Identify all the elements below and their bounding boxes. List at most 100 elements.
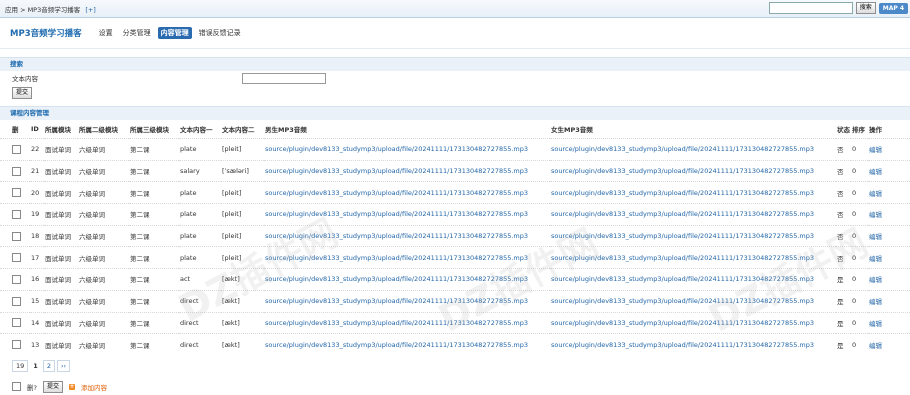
row-male-audio-link[interactable]: source/plugin/dev8133_studymp3/upload/fi… (265, 254, 528, 262)
row-status: 否 (837, 168, 844, 177)
col-status: 状态 (837, 126, 850, 134)
row-male-audio-link[interactable]: source/plugin/dev8133_studymp3/upload/fi… (265, 341, 528, 349)
row-female-audio-link[interactable]: source/plugin/dev8133_studymp3/upload/fi… (551, 189, 814, 197)
global-search-button[interactable]: 搜索 (855, 2, 876, 14)
row-female-audio-link-cell: source/plugin/dev8133_studymp3/upload/fi… (550, 224, 836, 247)
row-text1-cell: salary (179, 159, 221, 182)
row-delete-checkbox[interactable] (12, 188, 21, 198)
row-male-audio-link[interactable]: source/plugin/dev8133_studymp3/upload/fi… (265, 145, 528, 153)
row-female-audio-link[interactable]: source/plugin/dev8133_studymp3/upload/fi… (551, 145, 814, 153)
row-module-level3: 第二课 (130, 319, 150, 328)
row-male-audio-link[interactable]: source/plugin/dev8133_studymp3/upload/fi… (265, 210, 528, 218)
row-male-audio-link[interactable]: source/plugin/dev8133_studymp3/upload/fi… (265, 319, 528, 327)
row-status: 是 (837, 298, 844, 307)
row-female-audio-link[interactable]: source/plugin/dev8133_studymp3/upload/fi… (551, 297, 814, 305)
row-delete-checkbox[interactable] (12, 231, 21, 241)
tab-category-manage[interactable]: 分类管理 (120, 27, 154, 39)
row-male-audio-link[interactable]: source/plugin/dev8133_studymp3/upload/fi… (265, 232, 528, 240)
row-status-cell: 是 (836, 333, 851, 355)
page-title: MP3音频学习播客 (10, 29, 82, 39)
row-module-cell: 面试单词 (44, 159, 78, 182)
row-id-cell: 16 (30, 268, 44, 291)
page-2-link[interactable]: 2 (42, 359, 55, 372)
row-module-level2: 六级单词 (79, 189, 105, 198)
table-row: 22 面试单词 六级单词 第二课 plate [pleit] source/plugin/d… (0, 138, 910, 161)
row-edit-link[interactable]: 编辑 (869, 276, 882, 284)
row-edit-link[interactable]: 编辑 (869, 320, 882, 328)
row-delete-checkbox[interactable] (12, 274, 21, 284)
row-male-audio-link[interactable]: source/plugin/dev8133_studymp3/upload/fi… (265, 167, 528, 175)
row-module-cell: 面试单词 (44, 203, 78, 226)
row-module: 面试单词 (45, 189, 71, 198)
select-all-checkbox[interactable] (12, 382, 21, 392)
row-edit-link[interactable]: 编辑 (869, 342, 882, 350)
row-sort: 0 (852, 210, 857, 219)
row-delete-checkbox[interactable] (12, 318, 21, 328)
row-id: 16 (31, 275, 40, 284)
row-module-level2-cell: 六级单词 (78, 246, 129, 269)
row-delete-checkbox[interactable] (12, 209, 21, 219)
row-delete-checkbox[interactable] (12, 253, 21, 263)
row-module-level2: 六级单词 (79, 168, 105, 177)
bulk-action-row: 删? 提交 + 添加内容 (0, 379, 910, 395)
row-id: 14 (31, 318, 40, 327)
next-page-link[interactable]: ›› (56, 359, 71, 372)
row-text2: [pleit] (222, 232, 242, 241)
map-button[interactable]: MAP 4 (878, 2, 908, 14)
row-sort-cell: 0 (851, 268, 868, 291)
row-module-level3: 第二课 (130, 146, 150, 155)
global-search-input[interactable] (768, 2, 853, 14)
row-sort-cell: 0 (851, 246, 868, 269)
bulk-submit-button[interactable]: 提交 (42, 380, 63, 393)
col-sort: 排序 (852, 126, 865, 134)
row-male-audio-link-cell: source/plugin/dev8133_studymp3/upload/fi… (264, 311, 550, 334)
row-status-cell: 是 (836, 289, 851, 312)
row-id-cell: 15 (30, 289, 44, 312)
row-edit-link[interactable]: 编辑 (869, 211, 882, 219)
row-delete-checkbox[interactable] (12, 166, 21, 176)
row-id-cell: 14 (30, 311, 44, 334)
row-module: 面试单词 (45, 298, 71, 307)
text-content-input[interactable] (242, 72, 326, 84)
row-male-audio-link-cell: source/plugin/dev8133_studymp3/upload/fi… (264, 268, 550, 291)
row-male-audio-link[interactable]: source/plugin/dev8133_studymp3/upload/fi… (265, 275, 528, 283)
row-male-audio-link[interactable]: source/plugin/dev8133_studymp3/upload/fi… (265, 297, 528, 305)
row-edit-link[interactable]: 编辑 (869, 190, 882, 198)
add-content-link[interactable]: 添加内容 (81, 382, 107, 392)
row-text1: direct (180, 318, 199, 327)
row-edit-link[interactable]: 编辑 (869, 255, 882, 263)
row-text2-cell: [ˈsæləri] (221, 159, 264, 182)
row-delete-checkbox[interactable] (12, 144, 21, 154)
row-male-audio-link-cell: source/plugin/dev8133_studymp3/upload/fi… (264, 181, 550, 204)
row-delete-checkbox[interactable] (12, 296, 21, 306)
tab-error-feedback[interactable]: 错误反馈记录 (196, 27, 244, 39)
row-module-level2-cell: 六级单词 (78, 311, 129, 334)
tab-content-manage[interactable]: 内容管理 (157, 27, 192, 39)
row-female-audio-link[interactable]: source/plugin/dev8133_studymp3/upload/fi… (551, 254, 814, 262)
row-female-audio-link[interactable]: source/plugin/dev8133_studymp3/upload/fi… (551, 319, 814, 327)
text-content-label: 文本内容 (12, 75, 38, 83)
row-delete-cell (0, 224, 30, 247)
add-shortcut-link[interactable]: [+] (85, 6, 96, 14)
row-edit-link[interactable]: 编辑 (869, 233, 882, 241)
row-edit-link[interactable]: 编辑 (869, 168, 882, 176)
row-female-audio-link[interactable]: source/plugin/dev8133_studymp3/upload/fi… (551, 275, 814, 283)
col-module-level3: 所属三级模块 (130, 126, 169, 134)
tab-settings[interactable]: 设置 (96, 27, 116, 39)
row-female-audio-link[interactable]: source/plugin/dev8133_studymp3/upload/fi… (551, 167, 814, 175)
row-sort-cell: 0 (851, 311, 868, 334)
row-edit-link[interactable]: 编辑 (869, 146, 882, 154)
row-text2-cell: [pleit] (221, 138, 264, 161)
row-female-audio-link[interactable]: source/plugin/dev8133_studymp3/upload/fi… (551, 341, 814, 349)
row-female-audio-link[interactable]: source/plugin/dev8133_studymp3/upload/fi… (551, 232, 814, 240)
row-female-audio-link-cell: source/plugin/dev8133_studymp3/upload/fi… (550, 181, 836, 204)
search-submit-button[interactable]: 提交 (12, 87, 33, 99)
row-text2-cell: [ækt] (221, 268, 264, 291)
row-edit-link[interactable]: 编辑 (869, 298, 882, 306)
row-male-audio-link[interactable]: source/plugin/dev8133_studymp3/upload/fi… (265, 189, 528, 197)
row-female-audio-link[interactable]: source/plugin/dev8133_studymp3/upload/fi… (551, 210, 814, 218)
row-status-cell: 是 (836, 311, 851, 334)
row-delete-cell (0, 181, 30, 204)
row-delete-checkbox[interactable] (12, 340, 21, 350)
row-delete-cell (0, 246, 30, 269)
